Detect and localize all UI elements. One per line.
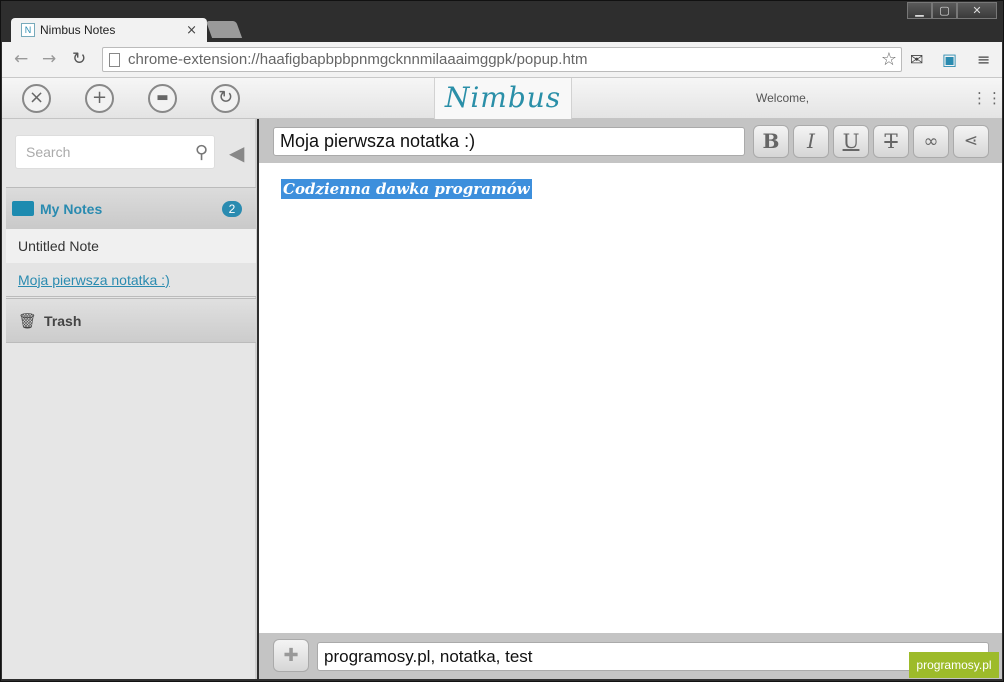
sidebar: Search ⚲ ◀ My Notes 2 Untitled Note Moja… (2, 119, 257, 679)
close-circle-icon[interactable]: × (22, 84, 51, 113)
list-item[interactable]: Moja pierwsza notatka :) (6, 263, 256, 297)
reload-icon[interactable]: ↻ (72, 49, 86, 69)
search-placeholder: Search (26, 144, 71, 160)
editor-toolbar: Moja pierwsza notatka :) B I U T ∞ ⋖ (259, 119, 1002, 163)
collapse-sidebar-icon[interactable]: ◀ (229, 141, 244, 165)
add-tag-icon[interactable]: ✚ (273, 639, 309, 672)
search-input[interactable]: Search ⚲ (15, 135, 215, 169)
menu-icon[interactable]: ≡ (977, 50, 990, 69)
nimbus-logo: Nimbus (434, 78, 572, 124)
trash-folder[interactable]: 🗑 Trash (6, 298, 256, 343)
trash-icon: 🗑 (18, 311, 38, 330)
forward-arrow-icon[interactable]: → (42, 49, 56, 69)
apps-grid-icon[interactable]: ⋮⋮⋮ (972, 89, 1004, 107)
back-arrow-icon[interactable]: ← (14, 49, 28, 69)
nimbus-extension-icon[interactable]: ▣ (942, 50, 957, 69)
strikethrough-button[interactable]: T (873, 125, 909, 158)
note-editor[interactable]: Codzienna dawka programów (259, 163, 1002, 633)
close-window-button[interactable]: ✕ (957, 2, 997, 19)
folder-label: My Notes (40, 200, 103, 217)
url-text: chrome-extension://haafigbapbpbpnmgcknnm… (128, 51, 588, 68)
note-count-badge: 2 (222, 200, 242, 217)
folder-icon[interactable]: ▬ (148, 84, 177, 113)
page-icon (109, 52, 120, 67)
share-icon[interactable]: ⋖ (953, 125, 989, 158)
welcome-text: Welcome, (756, 91, 810, 105)
italic-button[interactable]: I (793, 125, 829, 158)
tags-input[interactable]: programosy.pl, notatka, test (317, 642, 989, 671)
bold-button[interactable]: B (753, 125, 789, 158)
tab-title: Nimbus Notes (40, 23, 116, 37)
underline-button[interactable]: U (833, 125, 869, 158)
note-title-input[interactable]: Moja pierwsza notatka :) (273, 127, 745, 156)
app-header: × + ▬ ↻ Nimbus Welcome, ⋮⋮⋮ (2, 78, 1004, 124)
new-tab-button[interactable] (205, 21, 243, 38)
browser-window: ▁ ▢ ✕ N Nimbus Notes × ← → ↻ chrome-exte… (0, 0, 1004, 682)
selected-text[interactable]: Codzienna dawka programów (281, 179, 532, 199)
folder-my-notes[interactable]: My Notes 2 (6, 187, 256, 229)
logo-text: Nimbus (444, 81, 562, 114)
bookmark-star-icon[interactable]: ☆ (881, 49, 897, 70)
watermark: programosy.pl (909, 652, 999, 678)
tab-close-icon[interactable]: × (186, 23, 197, 38)
window-controls: ▁ ▢ ✕ (907, 2, 997, 19)
minimize-button[interactable]: ▁ (907, 2, 932, 19)
mail-icon[interactable]: ✉ (910, 50, 923, 69)
maximize-button[interactable]: ▢ (932, 2, 957, 19)
add-note-icon[interactable]: + (85, 84, 114, 113)
sync-icon[interactable]: ↻ (211, 84, 240, 113)
browser-toolbar: ← → ↻ chrome-extension://haafigbapbpbpnm… (2, 42, 1002, 78)
list-item[interactable]: Untitled Note (6, 229, 256, 263)
nimbus-favicon-icon: N (21, 23, 35, 37)
search-icon[interactable]: ⚲ (195, 142, 208, 163)
address-bar[interactable]: chrome-extension://haafigbapbpbpnmgcknnm… (102, 47, 902, 72)
link-icon[interactable]: ∞ (913, 125, 949, 158)
browser-tab[interactable]: N Nimbus Notes × (11, 18, 207, 42)
folder-icon (12, 201, 34, 216)
tag-bar: ✚ programosy.pl, notatka, test (259, 633, 1002, 679)
trash-label: Trash (44, 312, 82, 329)
